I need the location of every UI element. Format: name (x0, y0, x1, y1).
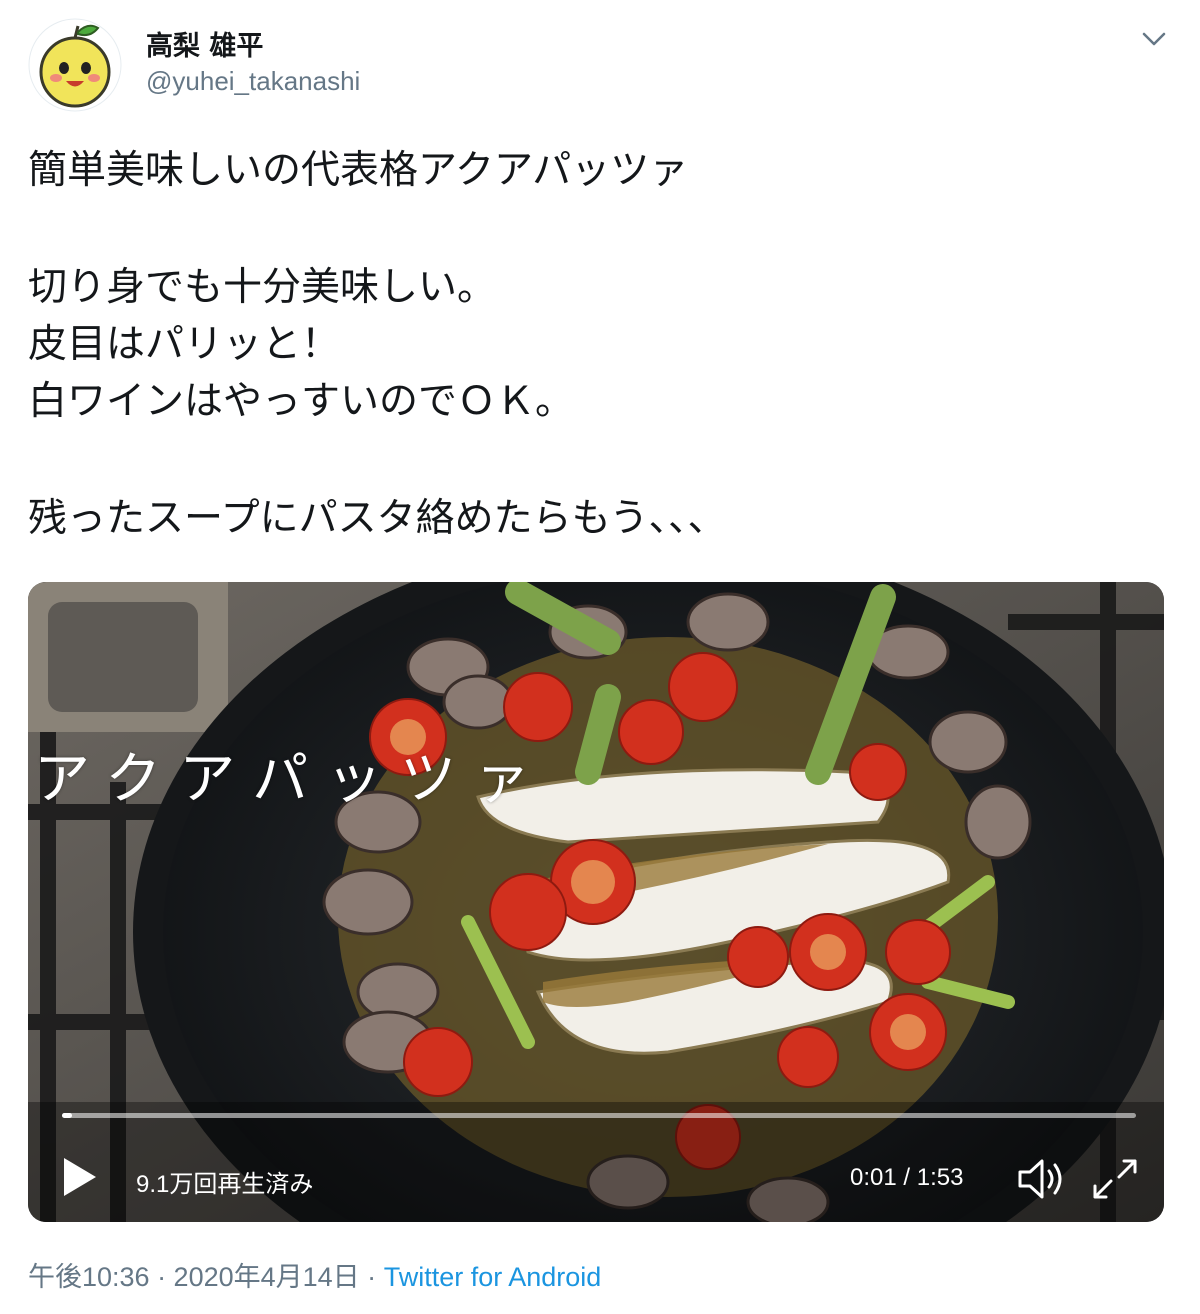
video-player[interactable]: アクアパッツァ 9.1万回再生済み 0:01 / 1:53 (28, 582, 1164, 1222)
video-progress-fill (62, 1113, 72, 1118)
chevron-down-icon (1142, 32, 1166, 46)
tweet-line: 皮目はパリッと！ (28, 322, 341, 367)
tweet-line: 切り身でも十分美味しい。 (28, 265, 497, 310)
volume-icon (1018, 1159, 1062, 1199)
tweet-meta: 午後10:36 · 2020年4月14日 · Twitter for Andro… (28, 1255, 601, 1294)
fullscreen-button[interactable] (1090, 1156, 1140, 1202)
pear-mascot-avatar-icon (28, 18, 122, 112)
video-time: 0:01 / 1:53 (850, 1164, 964, 1191)
tweet-timestamp[interactable]: 午後10:36 · 2020年4月14日 · (28, 1262, 376, 1292)
tweet-text: 簡単美味しいの代表格アクアパッツァ 切り身でも十分美味しい。 皮目はパリッと！ … (28, 142, 1168, 547)
video-progress-bar[interactable] (62, 1113, 1136, 1118)
volume-button[interactable] (1016, 1156, 1068, 1202)
tweet-line: 簡単美味しいの代表格アクアパッツァ (28, 148, 689, 193)
avatar[interactable] (28, 18, 122, 112)
play-button[interactable] (58, 1154, 102, 1200)
play-icon (64, 1158, 96, 1196)
view-count: 9.1万回再生済み (136, 1171, 314, 1198)
user-handle[interactable]: @yuhei_takanashi (146, 66, 360, 97)
video-overlay-title: アクアパッツァ (34, 747, 549, 812)
display-name[interactable]: 高梨 雄平 (146, 24, 263, 63)
video-frame (28, 582, 1164, 1222)
tweet-line: 残ったスープにパスタ絡めたらもう、、、 (28, 496, 727, 541)
fullscreen-icon (1093, 1159, 1137, 1199)
tweet-line: 白ワインはやっすいのでＯＫ。 (28, 379, 575, 424)
tweet-menu-button[interactable] (1138, 26, 1170, 52)
tweet-source-link[interactable]: Twitter for Android (384, 1262, 602, 1292)
